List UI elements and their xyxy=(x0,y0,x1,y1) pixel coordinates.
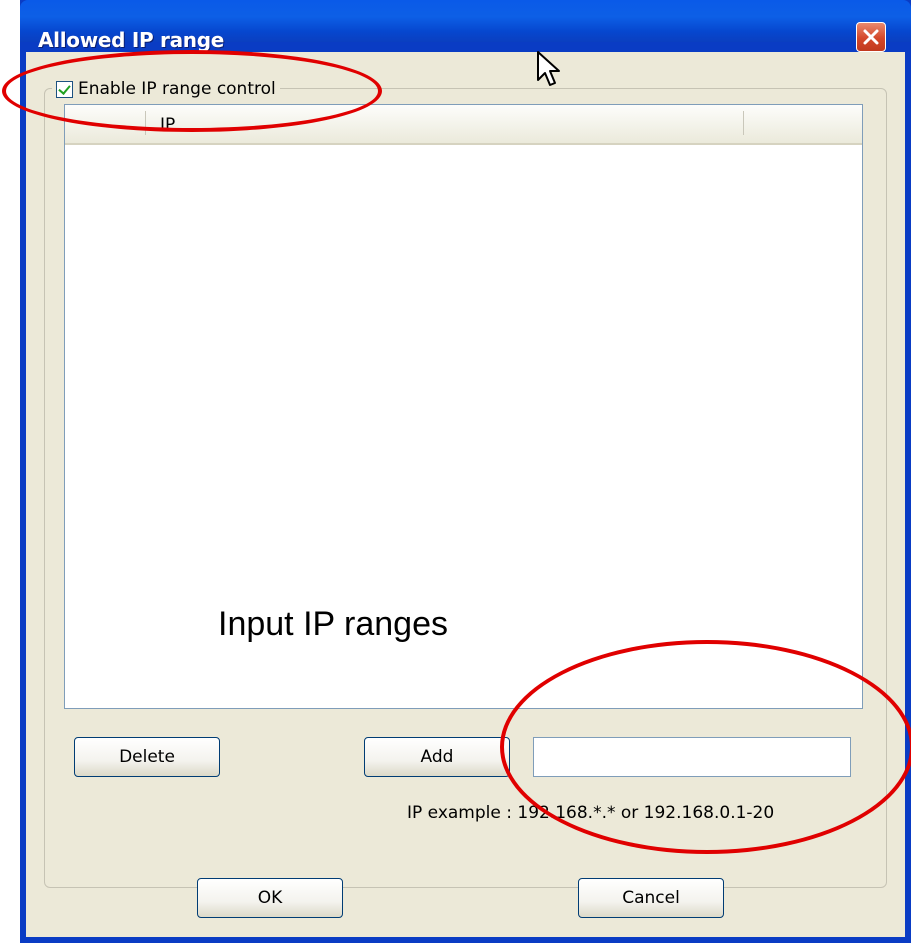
ip-range-list[interactable]: IP xyxy=(64,104,863,709)
highlight-ellipse-input xyxy=(500,640,911,854)
column-separator[interactable] xyxy=(743,111,744,135)
window-title: Allowed IP range xyxy=(38,28,224,52)
highlight-ellipse-checkbox xyxy=(2,50,382,132)
close-button[interactable] xyxy=(856,22,886,52)
annotation-caption: Input IP ranges xyxy=(218,605,448,643)
close-icon xyxy=(863,29,879,45)
delete-button[interactable]: Delete xyxy=(74,737,220,777)
mouse-pointer-icon xyxy=(537,51,560,86)
ok-button[interactable]: OK xyxy=(197,878,343,918)
add-button[interactable]: Add xyxy=(364,737,510,777)
cancel-button[interactable]: Cancel xyxy=(578,878,724,918)
title-bar[interactable]: Allowed IP range xyxy=(20,0,911,52)
